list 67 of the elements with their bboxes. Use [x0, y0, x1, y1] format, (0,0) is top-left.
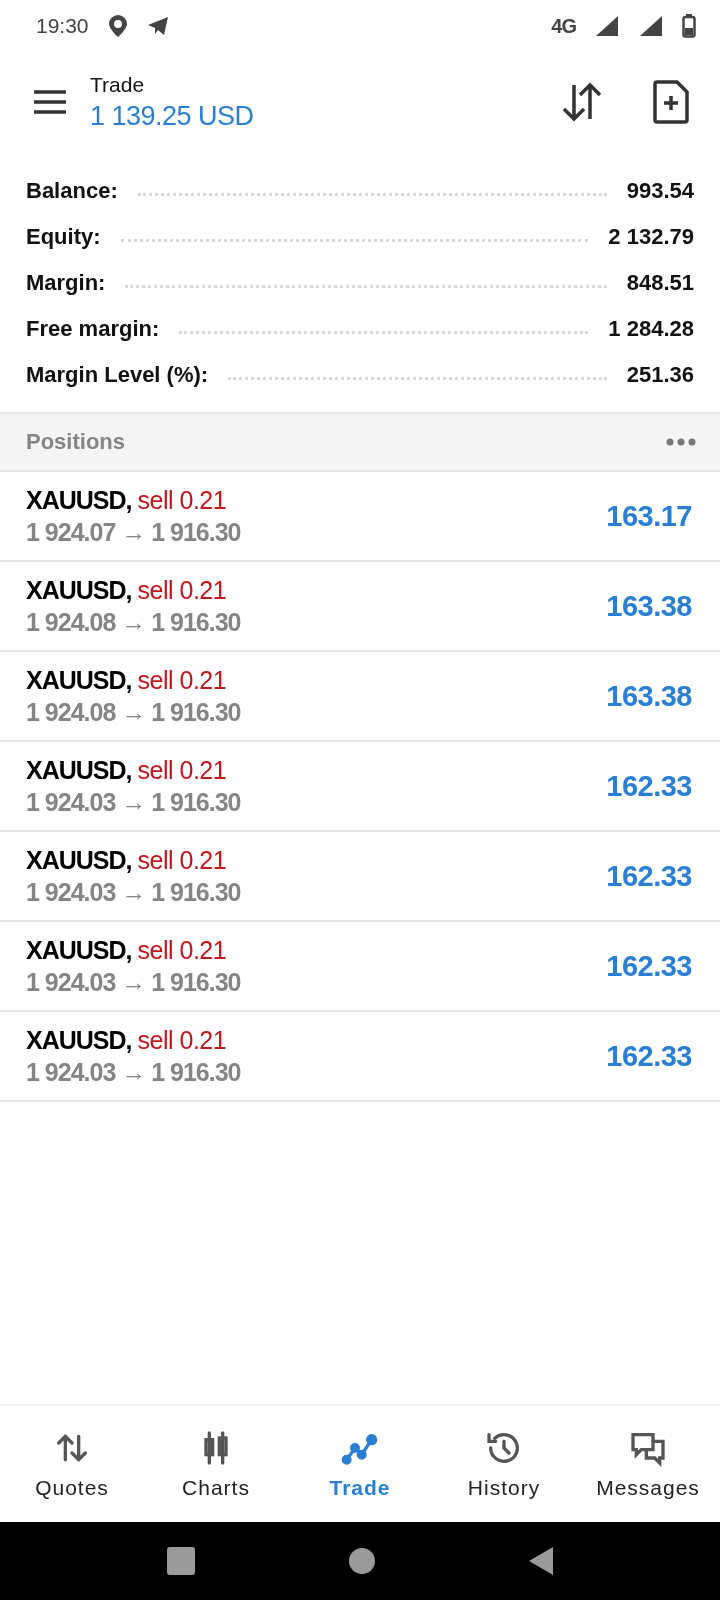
position-prices: 1 924.03 → 1 916.30 [26, 967, 242, 997]
position-symbol: XAUUSD, [26, 485, 132, 515]
network-type: 4G [551, 14, 576, 38]
position-profit: 162.33 [606, 1039, 692, 1073]
sort-arrows-icon [560, 81, 604, 123]
summary-value: 848.51 [626, 270, 694, 297]
back-icon[interactable] [528, 1546, 554, 1576]
position-order: sell 0.21 [137, 575, 227, 605]
position-profit: 162.33 [606, 769, 692, 803]
position-profit: 163.38 [606, 679, 692, 713]
status-time: 19:30 [36, 14, 89, 38]
nav-tab[interactable]: Messages [576, 1406, 720, 1522]
position-prices: 1 924.07 → 1 916.30 [26, 517, 242, 547]
position-order: sell 0.21 [137, 755, 227, 785]
position-prices: 1 924.03 → 1 916.30 [26, 787, 242, 817]
header-balance: 1 139.25 USD [90, 100, 255, 132]
paper-plane-icon [146, 16, 169, 36]
position-row[interactable]: XAUUSD, sell 0.21 1 924.03 → 1 916.30 162.33 [0, 922, 720, 1012]
header-title: Trade [90, 72, 146, 97]
summary-label: Margin Level (%): [26, 362, 209, 389]
position-profit: 162.33 [606, 859, 692, 893]
position-order: sell 0.21 [137, 935, 227, 965]
summary-value: 1 284.28 [608, 316, 694, 343]
summary-value: 2 132.79 [608, 224, 694, 251]
signal-icon [594, 15, 620, 37]
position-row[interactable]: XAUUSD, sell 0.21 1 924.07 → 1 916.30 163.17 [0, 472, 720, 562]
recents-icon[interactable] [166, 1546, 196, 1576]
position-row[interactable]: XAUUSD, sell 0.21 1 924.03 → 1 916.30 162.33 [0, 832, 720, 922]
position-symbol: XAUUSD, [26, 575, 132, 605]
signal-icon [638, 15, 664, 37]
position-order: sell 0.21 [137, 485, 227, 515]
position-symbol: XAUUSD, [26, 845, 132, 875]
nav-tab[interactable]: History [432, 1406, 576, 1522]
position-symbol: XAUUSD, [26, 1025, 132, 1055]
summary-value: 251.36 [626, 362, 694, 389]
position-prices: 1 924.08 → 1 916.30 [26, 607, 242, 637]
position-profit: 163.17 [606, 499, 692, 533]
nav-tab[interactable]: Charts [144, 1406, 288, 1522]
nav-tab[interactable]: Quotes [0, 1406, 144, 1522]
position-row[interactable]: XAUUSD, sell 0.21 1 924.08 → 1 916.30 163.38 [0, 562, 720, 652]
section-title: Positions [26, 429, 126, 455]
nav-tab[interactable]: Trade [288, 1406, 432, 1522]
position-order: sell 0.21 [137, 665, 227, 695]
position-profit: 163.38 [606, 589, 692, 623]
summary-label: Margin: [26, 270, 106, 297]
summary-label: Balance: [26, 178, 118, 205]
position-prices: 1 924.03 → 1 916.30 [26, 1057, 242, 1087]
position-order: sell 0.21 [137, 1025, 227, 1055]
position-row[interactable]: XAUUSD, sell 0.21 1 924.03 → 1 916.30 162.33 [0, 1012, 720, 1102]
summary-value: 993.54 [626, 178, 694, 205]
location-pin-icon [106, 14, 129, 38]
summary-label: Equity: [26, 224, 101, 251]
position-prices: 1 924.08 → 1 916.30 [26, 697, 242, 727]
add-document-icon [652, 80, 690, 124]
position-row[interactable]: XAUUSD, sell 0.21 1 924.08 → 1 916.30 163.38 [0, 652, 720, 742]
position-symbol: XAUUSD, [26, 665, 132, 695]
position-order: sell 0.21 [137, 845, 227, 875]
position-profit: 162.33 [606, 949, 692, 983]
position-symbol: XAUUSD, [26, 755, 132, 785]
summary-label: Free margin: [26, 316, 160, 343]
position-symbol: XAUUSD, [26, 935, 132, 965]
position-row[interactable]: XAUUSD, sell 0.21 1 924.03 → 1 916.30 162.33 [0, 742, 720, 832]
battery-icon [682, 14, 696, 38]
position-prices: 1 924.03 → 1 916.30 [26, 877, 242, 907]
home-icon[interactable] [348, 1547, 376, 1575]
menu-icon[interactable] [32, 89, 68, 115]
more-icon[interactable] [666, 438, 696, 446]
